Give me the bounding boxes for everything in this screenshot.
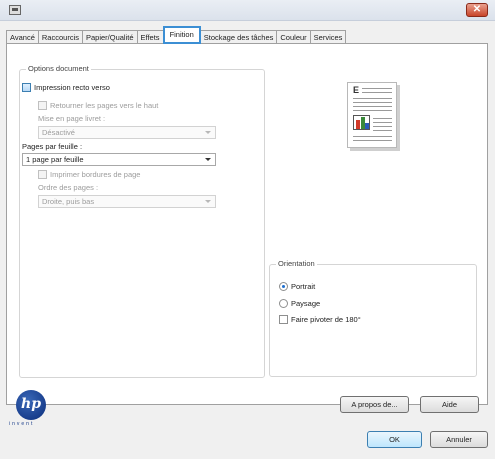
preview-text-line bbox=[373, 130, 392, 131]
duplex-label: Impression recto verso bbox=[34, 83, 110, 92]
pages-per-sheet-value: 1 page par feuille bbox=[26, 155, 84, 164]
preview-text-line bbox=[373, 118, 392, 119]
page-preview: E bbox=[347, 82, 397, 148]
preview-text-line bbox=[353, 140, 392, 141]
tab-services[interactable]: Services bbox=[309, 30, 347, 44]
preview-text-line bbox=[353, 136, 392, 137]
pages-per-sheet-select[interactable]: 1 page par feuille bbox=[22, 153, 216, 166]
hp-tagline: invent bbox=[9, 421, 35, 427]
tab-effets[interactable]: Effets bbox=[136, 30, 163, 44]
flip-pages-checkbox[interactable] bbox=[38, 101, 47, 110]
preview-text-line bbox=[362, 92, 392, 93]
finition-panel: Options document Impression recto verso … bbox=[6, 43, 488, 420]
landscape-radio[interactable] bbox=[279, 299, 288, 308]
preview-text-line bbox=[353, 110, 392, 111]
tab-couleur[interactable]: Couleur bbox=[276, 30, 310, 44]
preview-text-line bbox=[362, 88, 392, 89]
landscape-label: Paysage bbox=[291, 299, 321, 308]
help-button[interactable]: Aide bbox=[420, 396, 479, 413]
title-bar: ✕ bbox=[0, 0, 495, 21]
tab-papier-qualite[interactable]: Papier/Qualité bbox=[81, 30, 137, 44]
page-order-value: Droite, puis bas bbox=[42, 197, 95, 206]
tab-avance[interactable]: Avancé bbox=[6, 30, 38, 44]
tab-stockage-des-taches[interactable]: Stockage des tâches bbox=[200, 30, 277, 44]
document-options-legend: Options document bbox=[26, 64, 91, 74]
printer-properties-dialog: Avancé Raccourcis Papier/Qualité Effets … bbox=[0, 21, 495, 459]
preview-text-line bbox=[353, 106, 392, 107]
print-borders-checkbox[interactable] bbox=[38, 170, 47, 179]
print-borders-label: Imprimer bordures de page bbox=[50, 170, 141, 179]
printer-app-icon bbox=[9, 5, 21, 15]
preview-letter: E bbox=[353, 85, 360, 95]
preview-text-line bbox=[373, 126, 392, 127]
booklet-layout-select[interactable]: Désactivé bbox=[38, 126, 216, 139]
rotate-180-label: Faire pivoter de 180° bbox=[291, 315, 361, 324]
portrait-label: Portrait bbox=[291, 282, 316, 291]
portrait-radio[interactable] bbox=[279, 282, 288, 291]
preview-text-line bbox=[353, 98, 392, 99]
cancel-button[interactable]: Annuler bbox=[430, 431, 488, 448]
tab-raccourcis[interactable]: Raccourcis bbox=[37, 30, 82, 44]
chevron-down-icon bbox=[205, 200, 211, 203]
chevron-down-icon bbox=[205, 158, 211, 161]
booklet-layout-value: Désactivé bbox=[42, 128, 75, 137]
pages-per-sheet-label: Pages par feuille : bbox=[22, 142, 83, 151]
preview-chart-icon bbox=[353, 115, 370, 130]
ok-button[interactable]: OK bbox=[367, 431, 422, 448]
tab-finition[interactable]: Finition bbox=[162, 26, 201, 44]
hp-logo-text: hp bbox=[21, 396, 41, 412]
close-button[interactable]: ✕ bbox=[466, 3, 488, 17]
preview-bar bbox=[365, 123, 369, 129]
hp-logo: hp bbox=[16, 390, 46, 420]
preview-bar bbox=[356, 120, 360, 129]
page-order-select[interactable]: Droite, puis bas bbox=[38, 195, 216, 208]
flip-pages-label: Retourner les pages vers le haut bbox=[50, 101, 159, 110]
chevron-down-icon bbox=[205, 131, 211, 134]
preview-text-line bbox=[353, 102, 392, 103]
about-button[interactable]: A propos de... bbox=[340, 396, 409, 413]
booklet-layout-label: Mise en page livret : bbox=[38, 114, 106, 123]
duplex-checkbox[interactable] bbox=[22, 83, 31, 92]
rotate-180-checkbox[interactable] bbox=[279, 315, 288, 324]
page-order-label: Ordre des pages : bbox=[38, 183, 99, 192]
preview-text-line bbox=[373, 122, 392, 123]
tab-strip: Avancé Raccourcis Papier/Qualité Effets … bbox=[6, 26, 347, 44]
orientation-legend: Orientation bbox=[276, 259, 317, 269]
